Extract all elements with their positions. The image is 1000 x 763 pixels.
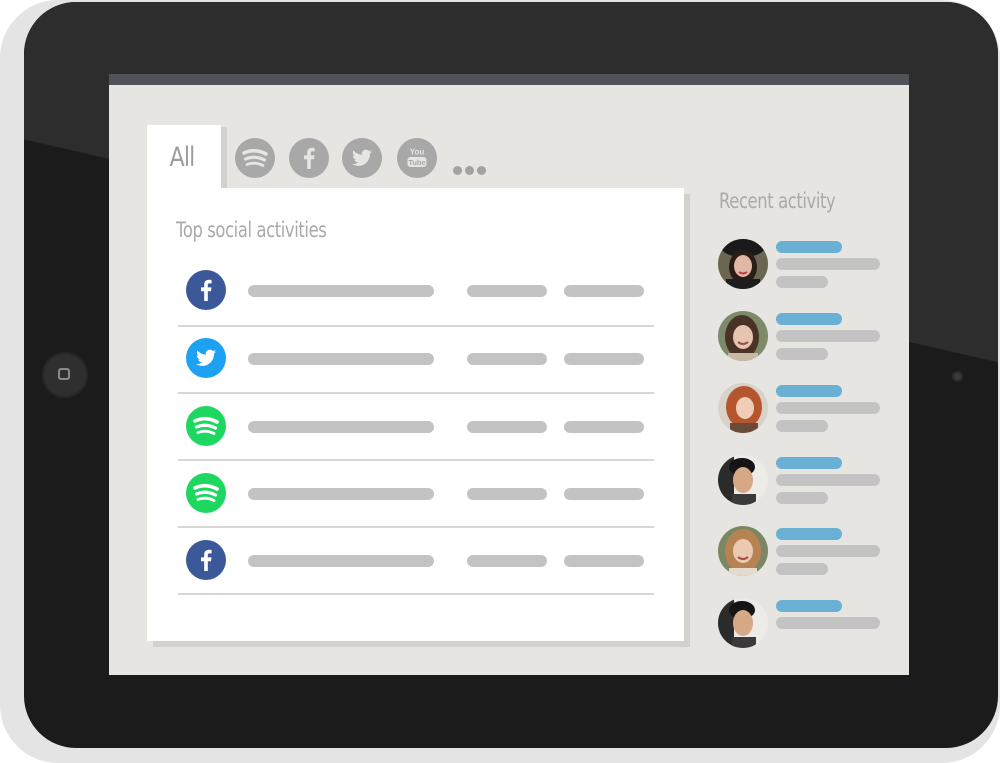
list-item[interactable] (178, 258, 654, 327)
spotify-icon (186, 406, 226, 446)
avatar-man-dark-hair (718, 598, 768, 648)
tab-youtube[interactable]: You Tube (397, 138, 437, 178)
recent-activity-title: Recent activity (719, 189, 836, 213)
spotify-icon (186, 473, 226, 513)
home-button[interactable] (42, 352, 88, 398)
avatar-woman-dark-hair-hat (718, 239, 768, 289)
list-item[interactable] (178, 325, 654, 394)
tab-all[interactable]: All (147, 125, 221, 191)
avatar-woman-blonde (718, 526, 768, 576)
top-social-card: Top social activities (147, 188, 684, 641)
list-item[interactable] (178, 392, 654, 461)
activity-item[interactable] (718, 383, 888, 435)
camera-icon (952, 371, 963, 382)
status-bar (109, 74, 909, 85)
tab-spotify[interactable] (235, 138, 275, 178)
twitter-icon (186, 338, 226, 378)
tab-all-label: All (169, 142, 195, 173)
avatar-man-dark-hair (718, 455, 768, 505)
activity-item[interactable] (718, 311, 888, 363)
facebook-icon (304, 147, 315, 169)
activity-item[interactable] (718, 598, 888, 650)
spotify-icon (242, 148, 268, 167)
screen: All You Tube Top social activities Recen… (109, 74, 909, 675)
activity-item[interactable] (718, 239, 888, 291)
more-icon[interactable] (453, 166, 489, 176)
facebook-icon (186, 270, 226, 310)
avatar-woman-smiling (718, 311, 768, 361)
youtube-icon: You Tube (407, 148, 427, 167)
avatar-woman-red-hair (718, 383, 768, 433)
home-square-icon (58, 368, 70, 380)
tab-facebook[interactable] (289, 138, 329, 178)
card-title: Top social activities (176, 218, 327, 242)
youtube-text-top: You (410, 148, 425, 157)
tab-twitter[interactable] (342, 138, 382, 178)
youtube-text-bottom: Tube (408, 158, 425, 167)
facebook-icon (186, 540, 226, 580)
activity-item[interactable] (718, 455, 888, 507)
activity-item[interactable] (718, 526, 888, 578)
list-item[interactable] (178, 459, 654, 528)
list-item[interactable] (178, 526, 654, 595)
twitter-icon (352, 149, 372, 166)
